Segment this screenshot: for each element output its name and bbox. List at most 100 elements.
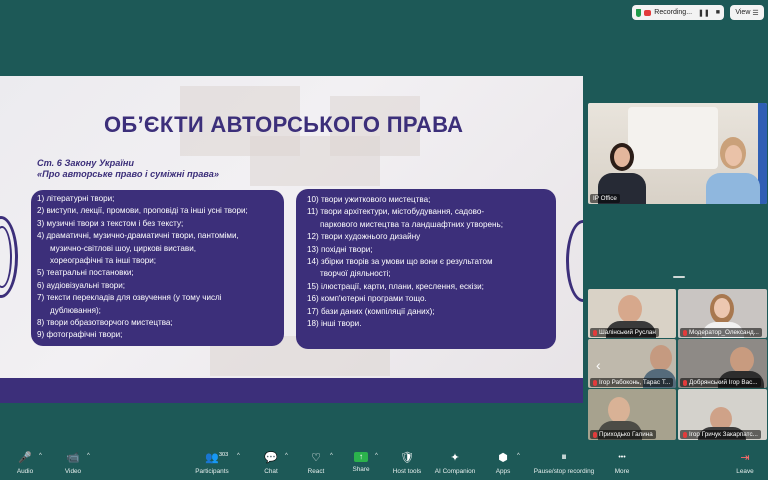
apps-icon: ⬢ xyxy=(496,450,510,464)
participants-icon: 👥 xyxy=(205,450,219,464)
view-button[interactable]: View ☰ xyxy=(730,5,764,20)
participant-label: Модератор_Олександ... xyxy=(680,328,762,337)
react-button[interactable]: ♡ React xyxy=(305,442,327,480)
person-face xyxy=(730,347,754,373)
video-off-icon: 📹 xyxy=(66,450,80,464)
shared-screen-slide: ОБ’ЄКТИ АВТОРСЬКОГО ПРАВА Ст. 6 Закону У… xyxy=(0,76,583,403)
chevron-up-icon[interactable]: ^ xyxy=(330,453,333,459)
stop-recording-button[interactable]: ■ xyxy=(716,9,720,16)
mic-muted-icon: 🎤 xyxy=(18,450,32,464)
leave-icon: ⇥ xyxy=(738,450,752,464)
slide-subtitle: Ст. 6 Закону України «Про авторське прав… xyxy=(37,158,219,180)
decor-arc xyxy=(566,220,583,302)
record-icon xyxy=(644,10,651,16)
ai-companion-label: AI Companion xyxy=(435,468,476,475)
list-item: 9) фотографічні твори; xyxy=(37,329,284,341)
audio-button[interactable]: 🎤 Audio xyxy=(14,442,36,480)
right-list-panel: 10) твори ужиткового мистецтва; 11) твор… xyxy=(296,189,556,349)
react-label: React xyxy=(308,468,325,475)
speaker-video-tile[interactable]: IP Office xyxy=(588,103,767,204)
list-item: 10) твори ужиткового мистецтва; xyxy=(307,194,556,206)
subtitle-line: Ст. 6 Закону України xyxy=(37,158,219,169)
participant-tile[interactable]: Шалінський Руслан xyxy=(588,289,676,338)
chevron-up-icon[interactable]: ^ xyxy=(237,453,240,459)
chevron-up-icon[interactable]: ^ xyxy=(285,453,288,459)
list-item: хореографічні та інші твори; xyxy=(37,255,284,267)
chat-label: Chat xyxy=(264,468,278,475)
host-tools-button[interactable]: 🛡 Host tools xyxy=(390,442,424,480)
view-label: View xyxy=(735,9,750,16)
chat-icon: 💬 xyxy=(264,450,278,464)
more-icon: ••• xyxy=(615,450,629,464)
list-item: 16) комп'ютерні програми тощо. xyxy=(307,293,556,305)
participant-tile[interactable]: Ігор Гричук Закарпатс... xyxy=(678,389,767,440)
ai-companion-button[interactable]: ✦ AI Companion xyxy=(432,442,478,480)
chevron-up-icon[interactable]: ^ xyxy=(375,453,378,459)
list-item: 2) виступи, лекції, промови, проповіді т… xyxy=(37,205,284,217)
list-item: музично-світлові шоу, циркові вистави, xyxy=(37,243,284,255)
recording-label: Recording... xyxy=(654,9,692,16)
list-item: творчої діяльності; xyxy=(307,268,556,280)
person-face xyxy=(614,147,630,167)
list-item: 6) аудіовізуальні твори; xyxy=(37,280,284,292)
muted-mic-icon xyxy=(683,432,687,438)
person-face xyxy=(618,295,642,323)
chevron-up-icon[interactable]: ^ xyxy=(517,453,520,459)
share-icon: ↑ xyxy=(354,452,368,462)
shield-icon xyxy=(636,9,641,17)
list-item: 4) драматичні, музично-драматичні твори,… xyxy=(37,230,284,242)
video-button[interactable]: 📹 Video xyxy=(62,442,84,480)
list-item: 5) театральні постановки; xyxy=(37,267,284,279)
pause-recording-button[interactable]: ❚❚ xyxy=(698,9,710,17)
heart-icon: ♡ xyxy=(309,450,323,464)
muted-mic-icon xyxy=(683,330,687,336)
list-item: 15) ілюстрації, карти, плани, креслення,… xyxy=(307,281,556,293)
participant-label: Приходько Галина xyxy=(590,430,656,439)
muted-mic-icon xyxy=(593,380,597,386)
leave-button[interactable]: ⇥ Leave xyxy=(734,442,756,480)
share-button[interactable]: ↑ Share xyxy=(350,442,372,480)
muted-mic-icon xyxy=(683,380,687,386)
participant-tile[interactable]: Модератор_Олександ... xyxy=(678,289,767,338)
apps-label: Apps xyxy=(496,468,511,475)
host-tools-label: Host tools xyxy=(393,468,421,475)
person-body xyxy=(706,173,760,204)
chevron-left-icon[interactable]: ‹ xyxy=(596,357,601,373)
participants-button[interactable]: 👥 Participants xyxy=(192,442,232,480)
apps-button[interactable]: ⬢ Apps xyxy=(492,442,514,480)
participant-label: Ігор Рабоконь, Тарас Т... xyxy=(590,378,673,387)
list-item: 11) твори архітектури, містобудування, с… xyxy=(307,206,556,218)
slide-title: ОБ’ЄКТИ АВТОРСЬКОГО ПРАВА xyxy=(104,112,463,138)
person-face xyxy=(608,397,630,423)
person-face xyxy=(714,298,730,318)
participant-label: Ігор Гричук Закарпатс... xyxy=(680,430,761,439)
participant-tile[interactable]: Приходько Галина xyxy=(588,389,676,440)
pause-icon: ⏸ xyxy=(557,450,571,464)
slide-footer-band xyxy=(0,378,583,403)
view-grid-icon: ☰ xyxy=(752,9,758,17)
chevron-up-icon[interactable]: ^ xyxy=(87,453,90,459)
more-button[interactable]: ••• More xyxy=(611,442,633,480)
subtitle-line: «Про авторське право і суміжні права» xyxy=(37,169,219,180)
list-item: 13) похідні твори; xyxy=(307,244,556,256)
list-item: 14) збірки творів за умови що вони є рез… xyxy=(307,256,556,268)
sparkle-icon: ✦ xyxy=(448,450,462,464)
chat-button[interactable]: 💬 Chat xyxy=(260,442,282,480)
muted-mic-icon xyxy=(593,330,597,336)
chevron-up-icon[interactable]: ^ xyxy=(39,453,42,459)
shield-icon: 🛡 xyxy=(400,450,414,464)
list-item: 7) тексти перекладів для озвучення (у то… xyxy=(37,292,284,304)
video-label: Video xyxy=(65,468,81,475)
share-label: Share xyxy=(352,466,369,473)
participant-label: Шалінський Руслан xyxy=(590,328,659,337)
participant-tile[interactable]: Ігор Рабоконь, Тарас Т... xyxy=(588,339,676,388)
participant-tile[interactable]: Добрянський Ігор Вас... xyxy=(678,339,767,388)
wall-emblem xyxy=(628,107,718,169)
participant-label: IP Office xyxy=(590,194,620,203)
pause-stop-recording-button[interactable]: ⏸ Pause/stop recording xyxy=(530,442,598,480)
more-label: More xyxy=(615,468,630,475)
recording-indicator[interactable]: Recording... ❚❚ ■ xyxy=(632,5,724,20)
collapse-handle[interactable] xyxy=(673,276,685,278)
meeting-toolbar: 🎤 Audio ^ 📹 Video ^ 👥 Participants ^ 💬 C… xyxy=(0,442,768,480)
list-item: 8) твори образотворчого мистецтва; xyxy=(37,317,284,329)
